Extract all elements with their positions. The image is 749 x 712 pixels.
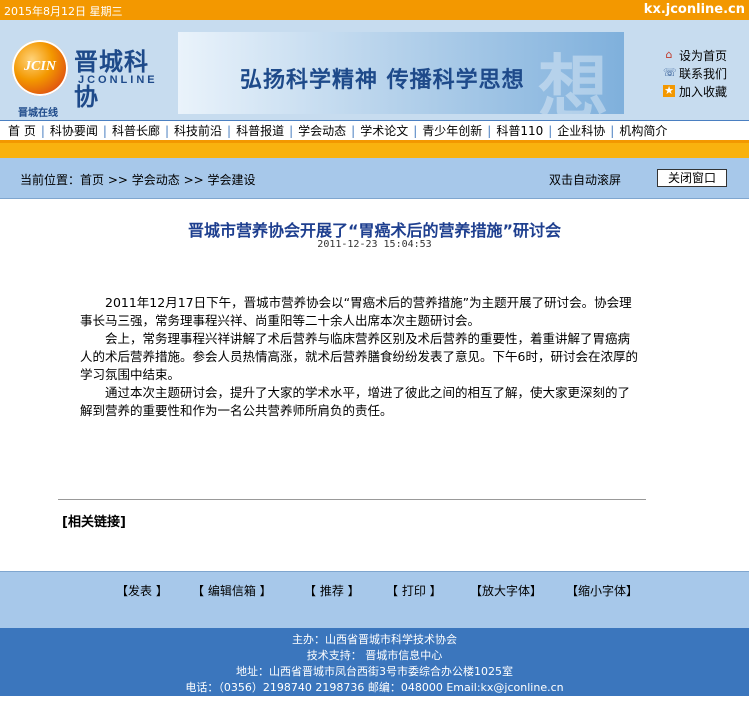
footer-contact: 电话：（0356）2198740 2198736 邮编：048000 Email… <box>185 681 564 694</box>
article-paragraph: 通过本次主题研讨会，提升了大家的学术水平，增进了彼此之间的相互了解，使大家更深刻… <box>80 385 631 418</box>
close-window-button[interactable]: 关闭窗口 <box>657 169 727 187</box>
nav-item-reports[interactable]: 科普报道 <box>232 122 288 139</box>
divider <box>58 499 646 500</box>
breadcrumb: 当前位置：首页 >> 学会动态 >> 学会建设 <box>20 171 256 188</box>
nav-item-science110[interactable]: 科普110 <box>492 122 547 139</box>
home-icon: ⌂ <box>665 48 673 61</box>
footer-sponsor: 主办：山西省晋城市科学技术协会 <box>292 633 457 646</box>
quick-link-label: 加入收藏 <box>679 84 728 99</box>
nav-item-about[interactable]: 机构简介 <box>615 122 671 139</box>
site-logo[interactable]: JCIN 晋城科协 JCONLINE 晋城在线 <box>12 32 172 120</box>
nav-item-youth[interactable]: 青少年创新 <box>418 122 486 139</box>
logo-caption: 晋城在线 <box>18 108 58 119</box>
quick-link-label: 设为首页 <box>679 48 728 63</box>
article-title: 晋城市营养协会开展了“胃癌术后的营养措施”研讨会 <box>187 221 562 240</box>
slogan-text: 弘扬科学精神 传播科学思想 <box>240 68 525 93</box>
nav-item-enterprise[interactable]: 企业科协 <box>553 122 609 139</box>
quick-link-label: 联系我们 <box>679 66 728 81</box>
article-content: 晋城市营养协会开展了“胃癌术后的营养措施”研讨会 2011-12-23 15:0… <box>0 199 749 571</box>
article-paragraph: 2011年12月17日下午，晋城市营养协会以“胃癌术后的营养措施”为主题开展了研… <box>80 295 632 328</box>
contact-icon: ☏ <box>663 66 677 79</box>
logo-subtitle: JCONLINE <box>78 74 158 86</box>
article-paragraph: 会上，常务理事程兴祥讲解了术后营养与临床营养区别及术后营养的重要性，着重讲解了胃… <box>80 331 638 382</box>
add-favorite-link[interactable]: ★ 加入收藏 <box>663 82 733 100</box>
logo-mark: JCIN <box>24 59 56 74</box>
slogan-banner: 想 弘扬科学精神 传播科学思想 <box>178 32 624 114</box>
edit-mailbox-link[interactable]: 【 编辑信箱 】 <box>192 582 272 599</box>
nav-item-home[interactable]: 首 页 <box>4 122 40 139</box>
header-banner: JCIN 晋城科协 JCONLINE 晋城在线 想 弘扬科学精神 传播科学思想 … <box>0 20 749 120</box>
footer-support: 技术支持： 晋城市信息中心 <box>306 649 443 662</box>
nav-item-frontier[interactable]: 科技前沿 <box>170 122 226 139</box>
set-homepage-link[interactable]: ⌂ 设为首页 <box>663 46 733 64</box>
orange-strip <box>0 143 749 158</box>
article-body: 2011年12月17日下午，晋城市营养协会以“胃癌术后的营养措施”为主题开展了研… <box>80 294 640 420</box>
top-bar: 2015年8月12日 星期三 kx.jconline.cn <box>0 0 749 20</box>
footer-address: 地址：山西省晋城市凤台西街3号市委综合办公楼1025室 <box>236 665 513 678</box>
enlarge-font-link[interactable]: 【放大字体】 <box>470 582 542 599</box>
auto-scroll-hint: 双击自动滚屏 <box>549 173 622 187</box>
main-nav: 首 页 | 科协要闻 | 科普长廊 | 科技前沿 | 科普报道 | 学会动态 | 学术论文 |… <box>0 120 749 143</box>
recommend-link[interactable]: 【 推荐 】 <box>304 582 360 599</box>
date-text: 2015年8月12日 星期三 <box>4 5 123 18</box>
shrink-font-link[interactable]: 【缩小字体】 <box>566 582 638 599</box>
print-link[interactable]: 【 打印 】 <box>386 582 442 599</box>
nav-item-papers[interactable]: 学术论文 <box>356 122 412 139</box>
logo-emblem: JCIN <box>12 40 68 96</box>
quick-links: ⌂ 设为首页 ☏ 联系我们 ★ 加入收藏 <box>663 46 733 100</box>
nav-item-news[interactable]: 科协要闻 <box>46 122 102 139</box>
breadcrumb-bar: 当前位置：首页 >> 学会动态 >> 学会建设 双击自动滚屏 关闭窗口 <box>0 158 749 199</box>
slogan-bg-char: 想 <box>538 47 608 114</box>
star-icon: ★ <box>663 84 675 97</box>
article-timestamp: 2011-12-23 15:04:53 <box>317 239 432 250</box>
related-links-heading: [相关链接] <box>62 515 126 530</box>
nav-item-gallery[interactable]: 科普长廊 <box>108 122 164 139</box>
site-domain: kx.jconline.cn <box>643 2 745 17</box>
footer: 主办：山西省晋城市科学技术协会 技术支持： 晋城市信息中心 地址：山西省晋城市凤… <box>0 628 749 696</box>
article-tools: 【发表 】 【 编辑信箱 】 【 推荐 】 【 打印 】 【放大字体】 【缩小字… <box>0 571 749 628</box>
contact-us-link[interactable]: ☏ 联系我们 <box>663 64 733 82</box>
breadcrumb-label: 当前位置： <box>20 173 81 187</box>
publish-link[interactable]: 【发表 】 <box>116 582 168 599</box>
nav-item-society[interactable]: 学会动态 <box>294 122 350 139</box>
breadcrumb-path[interactable]: 首页 >> 学会动态 >> 学会建设 <box>80 173 255 187</box>
